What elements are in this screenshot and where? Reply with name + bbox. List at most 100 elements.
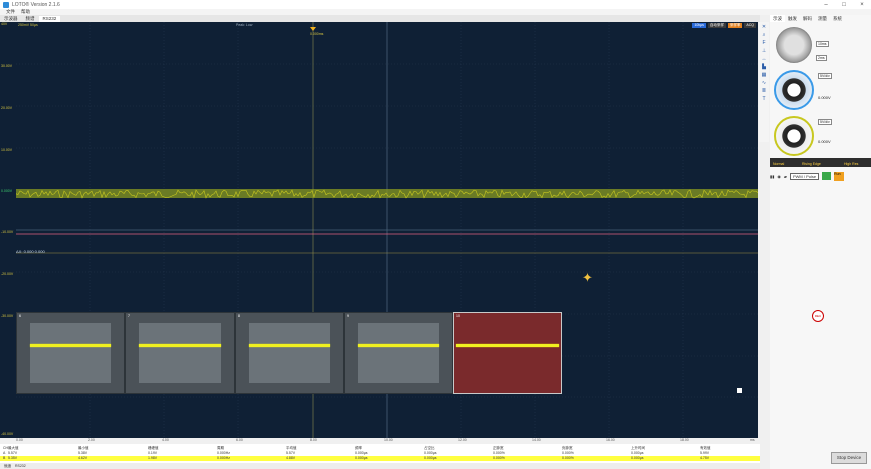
chart-icon[interactable]: ▙ bbox=[761, 64, 767, 70]
x-label: 10.00 bbox=[384, 438, 393, 442]
x-label: 6.00 bbox=[236, 438, 243, 442]
segment-number: 8 bbox=[238, 314, 240, 318]
status-bar: 就绪 RS232 bbox=[0, 463, 760, 469]
green-toggle[interactable] bbox=[822, 172, 832, 180]
minimize-icon[interactable]: – bbox=[817, 2, 835, 8]
panel-tab[interactable]: 示波 bbox=[770, 15, 785, 22]
x-label: 18.00 bbox=[680, 438, 689, 442]
trigger-time-label: 0.000ms bbox=[310, 32, 324, 36]
channel-b-offset: 0.000V bbox=[818, 139, 831, 144]
meas-cell: 5.35V bbox=[8, 456, 18, 460]
record-icon[interactable]: REC bbox=[812, 310, 824, 322]
y-label: 10.00V bbox=[1, 148, 13, 152]
title-bar: LOTO® Version 2.1.6 – □ × bbox=[0, 0, 871, 9]
timebase-value[interactable]: 10ms bbox=[816, 41, 829, 47]
list-icon[interactable]: ≣ bbox=[761, 88, 767, 94]
bird-icon[interactable]: ✦ bbox=[582, 270, 598, 286]
segment-thumbnails: 6 7 8 9 10 bbox=[16, 312, 562, 394]
cursor-readout: ΔX: 0.000 0.000 bbox=[16, 249, 45, 254]
acq-badge[interactable]: ACQ bbox=[744, 22, 756, 28]
segment-thumb[interactable]: 8 bbox=[235, 312, 344, 394]
meas-cell: 4.62V bbox=[78, 456, 88, 460]
text-icon[interactable]: T bbox=[761, 96, 767, 102]
segment-thumb[interactable]: 6 bbox=[16, 312, 125, 394]
marker-square[interactable] bbox=[737, 388, 742, 393]
wave-icon[interactable]: ∿ bbox=[761, 80, 767, 86]
panel-tab[interactable]: 测量 bbox=[815, 15, 830, 22]
trigger-edge[interactable]: Rising Edge bbox=[802, 162, 821, 166]
sample-rate-badge[interactable]: 采样率 bbox=[727, 22, 743, 28]
segment-thumb-selected[interactable]: 10 bbox=[453, 312, 562, 394]
panel-tab[interactable]: 系统 bbox=[830, 15, 845, 22]
segment-number: 10 bbox=[456, 314, 460, 318]
clock-icon[interactable]: ◉ bbox=[777, 174, 781, 179]
expand-icon[interactable]: ↔ bbox=[761, 56, 767, 62]
window-controls: – □ × bbox=[817, 2, 871, 8]
x-label: 2.00 bbox=[88, 438, 95, 442]
timebase-value-2[interactable]: 2ms bbox=[816, 55, 827, 61]
segment-number: 9 bbox=[347, 314, 349, 318]
high-res[interactable]: High Res bbox=[844, 162, 858, 166]
run-button[interactable]: Run bbox=[834, 171, 845, 181]
meas-cell: 0.000µs bbox=[424, 451, 437, 455]
meas-cell: 0.000% bbox=[562, 451, 574, 455]
sample-length-badge[interactable]: 10kµs bbox=[692, 22, 706, 28]
close-icon[interactable]: × bbox=[853, 2, 871, 8]
pwm-pulse-button[interactable]: PWM / Pulse bbox=[789, 172, 820, 180]
meas-cell: 0.000Hz bbox=[217, 451, 231, 455]
zoom-icon[interactable]: ✕ bbox=[761, 24, 767, 30]
device-controls: Stop Device bbox=[770, 448, 871, 466]
car-icon[interactable]: ▰ bbox=[784, 174, 787, 179]
channel-a-knob[interactable] bbox=[774, 70, 814, 110]
meas-cell: 0.19V bbox=[148, 451, 158, 455]
control-panel: 示波 触发 解码 测量 系统 10ms 2ms 5V/div 0.000V 5V… bbox=[770, 15, 871, 469]
meas-cell: 5.99V bbox=[700, 451, 710, 455]
channel-b-scale[interactable]: 5V/div bbox=[818, 119, 832, 125]
measure-icon[interactable]: ⊥ bbox=[761, 48, 767, 54]
channel-a-scale[interactable]: 5V/div bbox=[818, 73, 832, 79]
window-title: LOTO® Version 2.1.6 bbox=[12, 1, 60, 8]
y-label: 40V bbox=[1, 22, 8, 26]
x-label: 0.00 bbox=[16, 438, 23, 442]
measurement-row-b: B 5.35V 4.62V 1.98V 0.000Hz 4.88V 0.000µ… bbox=[0, 456, 760, 461]
meas-cell: 4.88V bbox=[286, 456, 296, 460]
status-text: 就绪 bbox=[4, 463, 11, 468]
panel-tab[interactable]: 解码 bbox=[800, 15, 815, 22]
meas-cell: 5.57V bbox=[286, 451, 296, 455]
y-axis-labels: 40V 30.00V 20.00V 10.00V 0.000V -10.00V … bbox=[0, 22, 16, 438]
segment-thumb[interactable]: 7 bbox=[125, 312, 235, 394]
trigger-mode[interactable]: Normal bbox=[773, 162, 784, 166]
filter-icon[interactable]: F bbox=[761, 40, 767, 46]
scope-display[interactable]: 0.000ms ΔX: 0.000 0.000 6 7 8 9 10 bbox=[16, 22, 758, 438]
meas-cell: 5.57V bbox=[8, 451, 18, 455]
grid-icon[interactable]: ▦ bbox=[761, 72, 767, 78]
stop-device-button[interactable]: Stop Device bbox=[831, 452, 867, 464]
search-icon[interactable]: ⌕ bbox=[761, 32, 767, 38]
y-label: -20.00V bbox=[1, 272, 14, 276]
measurement-table: CH 最大值 最小值 峰峰值 周期 平均值 频率 占空比 正脉宽 负脉宽 上升时… bbox=[0, 444, 760, 464]
auto-sample-badge[interactable]: 自动采样 bbox=[707, 22, 726, 28]
status-mode: RS232 bbox=[15, 464, 26, 468]
segment-thumb[interactable]: 9 bbox=[344, 312, 453, 394]
channel-setting-label: 250mV 50µs bbox=[18, 23, 38, 27]
meas-cell: 0.000µs bbox=[424, 456, 437, 460]
function-row: ▮▮ ◉ ▰ PWM / Pulse Run bbox=[770, 170, 871, 182]
timebase-knob[interactable] bbox=[776, 27, 812, 63]
bars-icon[interactable]: ▮▮ bbox=[770, 174, 774, 179]
maximize-icon[interactable]: □ bbox=[835, 2, 853, 8]
meas-cell: 0.000Hz bbox=[217, 456, 231, 460]
meas-cell: 1.98V bbox=[148, 456, 158, 460]
meas-cell: 0.000µs bbox=[631, 451, 644, 455]
panel-tab[interactable]: 触发 bbox=[785, 15, 800, 22]
meas-cell: 0.000% bbox=[562, 456, 574, 460]
y-label: -40.00V bbox=[1, 432, 14, 436]
y-label: -10.00V bbox=[1, 230, 14, 234]
mode-tabs: 示波器 频谱 RS232 bbox=[0, 15, 760, 22]
x-label: 14.00 bbox=[532, 438, 541, 442]
scope-header: 250mV 50µs Peak: Low 10kµs 自动采样 采样率 ACQ bbox=[16, 22, 758, 28]
x-axis-labels: 0.00 2.00 4.00 6.00 8.00 10.00 12.00 14.… bbox=[16, 438, 758, 443]
channel-b-knob[interactable] bbox=[774, 116, 814, 156]
meas-cell: 5.38V bbox=[78, 451, 88, 455]
x-label: 12.00 bbox=[458, 438, 467, 442]
y-label: -30.00V bbox=[1, 314, 14, 318]
